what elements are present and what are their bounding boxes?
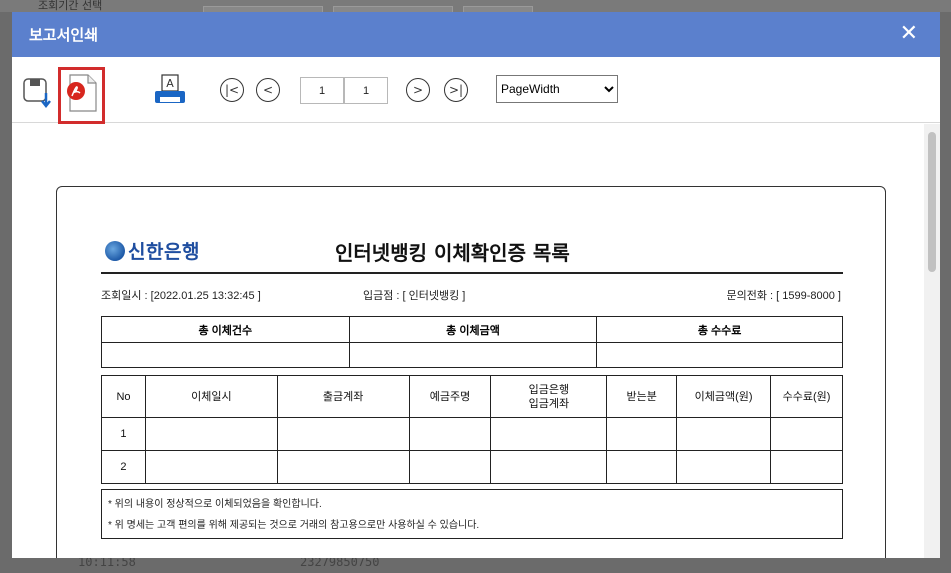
report-viewer: 신한은행 인터넷뱅킹 이체확인증 목록 조회일시 : [2022.01.25 1… — [12, 124, 940, 558]
table-cell — [276, 450, 410, 484]
column-header: No — [101, 375, 146, 418]
transfer-table: No 이체일시 출금계좌 예금주명 입금은행 입금계좌 받는분 이체금액(원) … — [101, 375, 843, 484]
table-cell — [276, 417, 410, 451]
summary-cell — [348, 342, 598, 368]
dialog-title-bar: 보고서인쇄 ✕ — [12, 12, 940, 57]
query-datetime: 조회일시 : [2022.01.25 13:32:45 ] — [101, 290, 261, 302]
table-row: 1 — [101, 417, 843, 451]
table-cell — [144, 417, 278, 451]
viewer-toolbar: A |< < 1 1 > >| PageWidth — [12, 57, 940, 124]
summary-cell — [101, 342, 350, 368]
column-header: 예금주명 — [408, 375, 492, 418]
column-header: 입금은행 입금계좌 — [490, 375, 608, 418]
save-icon[interactable] — [22, 77, 54, 109]
summary-header: 총 이체건수 — [101, 316, 350, 343]
summary-header: 총 이체금액 — [348, 316, 598, 343]
table-cell — [676, 450, 772, 484]
last-page-button[interactable]: >| — [444, 78, 468, 102]
table-cell — [408, 450, 492, 484]
note-line: * 위 명세는 고객 편의를 위해 제공되는 것으로 거래의 참고용으로만 사용… — [108, 520, 480, 531]
row-number: 1 — [101, 417, 146, 451]
bank-logo-icon — [105, 240, 125, 261]
note-line: * 위의 내용이 정상적으로 이체되었음을 확인합니다. — [108, 499, 322, 510]
table-cell — [144, 450, 278, 484]
dialog-title: 보고서인쇄 — [29, 26, 99, 44]
scrollbar-thumb[interactable] — [928, 132, 936, 272]
next-page-button[interactable]: > — [406, 78, 430, 102]
print-icon[interactable]: A — [152, 73, 188, 109]
column-header: 출금계좌 — [276, 375, 410, 418]
background-header: 조회기간 선택 — [0, 0, 951, 16]
table-cell — [770, 450, 843, 484]
title-divider — [101, 272, 843, 274]
column-header-line: 입금계좌 — [528, 397, 570, 410]
report-page: 신한은행 인터넷뱅킹 이체확인증 목록 조회일시 : [2022.01.25 1… — [56, 186, 886, 558]
bank-logo: 신한은행 — [105, 237, 200, 264]
first-page-button[interactable]: |< — [220, 78, 244, 102]
contact-phone: 문의전화 : [ 1599-8000 ] — [726, 290, 841, 302]
pdf-highlight-box — [58, 67, 105, 124]
table-cell — [490, 450, 608, 484]
column-header: 이체금액(원) — [676, 375, 772, 418]
row-number: 2 — [101, 450, 146, 484]
summary-table: 총 이체건수 총 이체금액 총 수수료 — [101, 316, 843, 368]
summary-cell — [596, 342, 843, 368]
prev-page-button[interactable]: < — [256, 78, 280, 102]
table-cell — [408, 417, 492, 451]
current-page-field[interactable]: 1 — [300, 77, 344, 104]
vertical-scrollbar[interactable] — [924, 124, 940, 558]
table-cell — [606, 417, 678, 451]
column-header-line: 입금은행 — [528, 383, 570, 396]
bank-name: 신한은행 — [128, 241, 200, 263]
summary-header: 총 수수료 — [596, 316, 843, 343]
deposit-branch: 입금점 : [ 인터넷뱅킹 ] — [363, 290, 466, 302]
column-header: 수수료(원) — [770, 375, 843, 418]
table-cell — [676, 417, 772, 451]
confirmation-notes: * 위의 내용이 정상적으로 이체되었음을 확인합니다. * 위 명세는 고객 … — [101, 489, 843, 539]
table-row: 2 — [101, 450, 843, 484]
zoom-select[interactable]: PageWidth — [496, 75, 618, 103]
svg-text:A: A — [166, 77, 174, 90]
table-cell — [606, 450, 678, 484]
column-header: 받는분 — [606, 375, 678, 418]
table-cell — [770, 417, 843, 451]
close-icon[interactable]: ✕ — [900, 22, 918, 46]
report-title: 인터넷뱅킹 이체확인증 목록 — [335, 241, 570, 265]
report-print-dialog: 보고서인쇄 ✕ A |< < 1 1 > >| PageWidth 신한은행 인… — [12, 12, 940, 558]
column-header: 이체일시 — [144, 375, 278, 418]
total-pages-field: 1 — [344, 77, 388, 104]
table-cell — [490, 417, 608, 451]
